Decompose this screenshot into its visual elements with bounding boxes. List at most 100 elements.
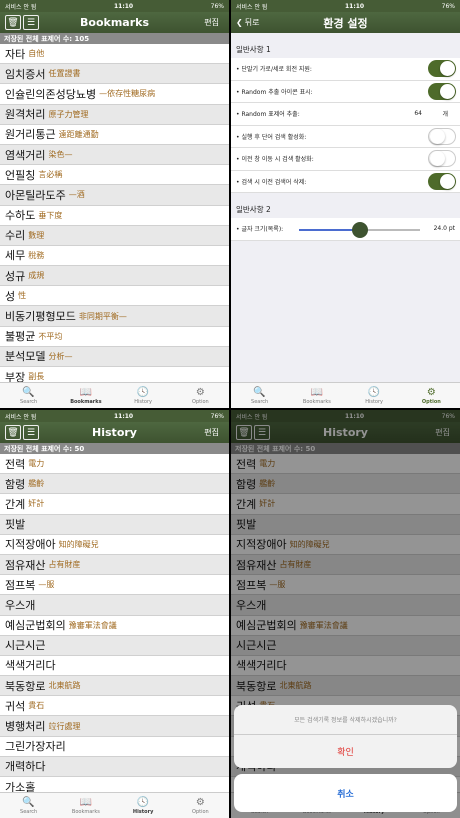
list-item[interactable]: 원거리통근 遠距離通勤	[0, 125, 229, 145]
tab-search[interactable]: 🔍Search	[0, 383, 57, 408]
list-item[interactable]: 귀석貴石	[0, 696, 229, 717]
sheet-message: 모든 검색기록 정보를 삭제하시겠습니까?	[234, 705, 457, 735]
list-item[interactable]: 지적장애아 知的障礙兒	[0, 535, 229, 555]
word-text: 분석모델	[5, 350, 46, 364]
clear-search-toggle[interactable]	[428, 172, 456, 190]
hanja-text: 分析—	[48, 351, 73, 361]
list-item[interactable]: 분석모델 分析—	[0, 346, 229, 367]
tab-label: Option	[421, 398, 441, 405]
trash-button[interactable]: 🗑	[5, 15, 21, 30]
tab-search[interactable]: 🔍Search	[0, 793, 57, 818]
list-item[interactable]: 예심군법회의 豫審軍法會議	[0, 616, 229, 636]
tab-label: Search	[20, 808, 38, 815]
hanja-text: 副長	[28, 372, 45, 382]
slider-thumb[interactable]	[351, 222, 368, 238]
list-item[interactable]: 병행처리竝行處理	[0, 716, 229, 737]
history-screen: 서비스 안 됨 11:10 76% 🗑 ☰ History 편집 저장된 전체 …	[0, 410, 229, 818]
list-item[interactable]: 수리 數理	[0, 225, 229, 246]
word-text: 그린가장자리	[5, 740, 66, 754]
list-item[interactable]: 인슐린의존성당뇨병 —依存性糖尿病	[0, 84, 229, 105]
list-item[interactable]: 수하도 垂下度	[0, 206, 229, 226]
hanja-text: 原子力管理	[48, 109, 89, 119]
tab-search[interactable]: 🔍Search	[231, 383, 288, 408]
list-item[interactable]: 시근시근	[0, 635, 229, 656]
tab-history[interactable]: 🕓History	[346, 383, 403, 408]
tab-option[interactable]: ⚙Option	[403, 383, 460, 408]
setting-search-after-launch: • 실행 후 단어 검색 활성화:	[231, 125, 460, 148]
font-size-slider[interactable]	[299, 222, 420, 238]
tab-bookmarks[interactable]: 📖Bookmarks	[57, 383, 114, 408]
list-item[interactable]: 부장 副長	[0, 367, 229, 382]
list-item[interactable]: 핏발	[0, 514, 229, 535]
back-label: 뒤로	[244, 18, 260, 27]
hanja-text: 知的障礙兒	[58, 539, 99, 549]
history-delete-screen: 서비스 안 됨 11:10 76% 🗑 ☰ History 편집 저장된 전체 …	[231, 410, 460, 818]
list-item[interactable]: 우스개	[0, 595, 229, 616]
tab-bookmarks[interactable]: 📖Bookmarks	[288, 383, 345, 408]
list-item[interactable]: 색색거리다	[0, 656, 229, 677]
edit-button[interactable]: 편집	[204, 17, 219, 28]
search-on-back-toggle[interactable]	[428, 150, 456, 168]
rotation-toggle[interactable]	[428, 60, 456, 78]
sort-button[interactable]: ☰	[23, 425, 39, 440]
search-after-launch-toggle[interactable]	[428, 127, 456, 145]
hanja-text: 北東航路	[48, 681, 81, 691]
word-text: 시근시근	[5, 639, 46, 653]
unit-label: 개	[442, 111, 448, 119]
tab-option[interactable]: ⚙Option	[172, 793, 229, 818]
setting-label: • 이전 창 이동 시 검색 활성화:	[236, 156, 314, 164]
list-item[interactable]: 세무 稅務	[0, 246, 229, 267]
book-icon: 📖	[310, 386, 324, 398]
status-bar: 서비스 안 됨 11:10 76%	[0, 0, 229, 12]
hanja-text: 染色—	[48, 150, 73, 160]
nav-bar: 🗑 ☰ History 편집	[0, 422, 229, 443]
word-text: 불평균	[5, 330, 36, 344]
list-item[interactable]: 간계 奸計	[0, 494, 229, 515]
confirm-button[interactable]: 확인	[234, 735, 457, 768]
list-item[interactable]: 점유재산 占有財産	[0, 554, 229, 576]
word-text: 점프복	[5, 578, 36, 592]
list-icon: ☰	[26, 427, 36, 438]
list-item[interactable]: 임치증서 任置證書	[0, 64, 229, 85]
trash-button[interactable]: 🗑	[5, 425, 21, 440]
tab-history[interactable]: 🕓History	[115, 793, 172, 818]
list-item[interactable]: 염색거리 染色—	[0, 144, 229, 166]
tab-bookmarks[interactable]: 📖Bookmarks	[57, 793, 114, 818]
carrier-text: 서비스 안 됨	[5, 413, 37, 421]
cancel-button[interactable]: 취소	[234, 774, 457, 812]
chevron-left-icon: ❮	[236, 18, 243, 27]
list-item[interactable]: 개력하다	[0, 756, 229, 777]
list-item[interactable]: 함령 艦齡	[0, 474, 229, 495]
word-text: 간계	[5, 497, 26, 511]
random-count-input[interactable]: 64	[414, 110, 422, 117]
list-item[interactable]: 점프복 —服	[0, 575, 229, 596]
list-item[interactable]: 가소홀	[0, 777, 229, 792]
tab-option[interactable]: ⚙Option	[172, 383, 229, 408]
list-item[interactable]: 전력 電力	[0, 454, 229, 475]
edit-button[interactable]: 편집	[204, 427, 219, 438]
list-item[interactable]: 성규 成規	[0, 266, 229, 287]
list-item[interactable]: 성性	[0, 286, 229, 307]
list-item[interactable]: 자타 自他	[0, 44, 229, 65]
list-item[interactable]: 북동항로 北東航路	[0, 676, 229, 697]
list-item[interactable]: 불평균 不平均	[0, 327, 229, 347]
list-item[interactable]: 아몬틸라도주 —酒	[0, 185, 229, 206]
font-size-value: 24.0 pt	[433, 225, 455, 233]
word-text: 함령	[5, 477, 26, 491]
tab-history[interactable]: 🕓History	[115, 383, 172, 408]
hanja-text: 垂下度	[38, 210, 63, 220]
list-icon: ☰	[26, 17, 36, 28]
list-item[interactable]: 언필칭 言必稱	[0, 165, 229, 186]
list-item[interactable]: 그린가장자리	[0, 737, 229, 757]
sort-button[interactable]: ☰	[23, 15, 39, 30]
word-text: 염색거리	[5, 148, 46, 162]
clock-text: 11:10	[113, 412, 134, 420]
hanja-text: 言必稱	[38, 170, 63, 180]
list-item[interactable]: 원격처리 原子力管理	[0, 104, 229, 125]
hanja-text: 奸計	[28, 499, 45, 509]
setting-random-icon: • Random 추출 아이콘 표시:	[231, 80, 460, 103]
list-item[interactable]: 비동기평형모드 非同期平衡—	[0, 306, 229, 327]
hanja-text: 占有財産	[48, 560, 81, 570]
random-icon-toggle[interactable]	[428, 82, 456, 100]
back-button[interactable]: ❮ 뒤로	[236, 17, 259, 28]
